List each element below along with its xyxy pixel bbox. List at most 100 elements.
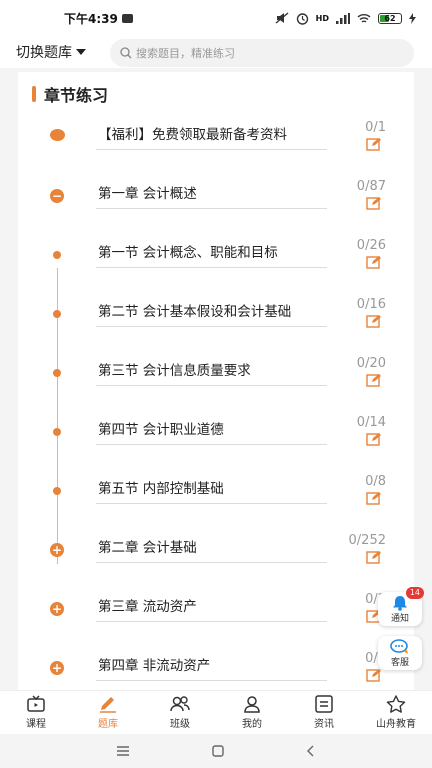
row-divider: [96, 503, 327, 504]
bell-icon: [393, 595, 407, 611]
edit-practice-icon[interactable]: [366, 550, 382, 564]
signal-icon: [336, 12, 350, 24]
charging-icon: [409, 12, 416, 24]
row-divider: [96, 680, 327, 681]
customer-service-button[interactable]: 客服: [378, 636, 422, 670]
row-divider: [96, 385, 327, 386]
timeline-dot-large: [50, 129, 65, 141]
chapter-row[interactable]: 第四节 会计职业道德 0/14: [18, 411, 414, 470]
nav-item-class[interactable]: 班级: [144, 691, 216, 734]
chapter-row[interactable]: + 第二章 会计基础 0/252: [18, 529, 414, 588]
nav-item-courses[interactable]: 课程: [0, 691, 72, 734]
notify-label: 通知: [390, 613, 409, 624]
message-notification-icon: [121, 13, 133, 23]
chapter-row[interactable]: + 第三章 流动资产 0/2: [18, 588, 414, 647]
edit-practice-icon[interactable]: [366, 432, 382, 446]
progress-count: 0/252: [348, 533, 386, 548]
nav-label-class: 班级: [170, 719, 190, 730]
chapter-row[interactable]: 第三节 会计信息质量要求 0/20: [18, 352, 414, 411]
section-title: 章节练习: [44, 86, 109, 105]
timeline-dot: [53, 487, 61, 495]
edit-practice-icon[interactable]: [366, 137, 382, 151]
battery-icon: 62: [378, 12, 402, 24]
row-divider: [96, 208, 327, 209]
nav-label-shanzhou: 山舟教育: [376, 719, 416, 730]
row-divider: [96, 149, 327, 150]
edit-practice-icon[interactable]: [366, 314, 382, 328]
nav-item-question-bank[interactable]: 题库: [72, 691, 144, 734]
nav-item-profile[interactable]: 我的: [216, 691, 288, 734]
section-header: 章节练习: [32, 82, 108, 106]
search-placeholder: 搜索题目，精准练习: [136, 47, 235, 60]
edit-practice-icon[interactable]: [366, 668, 382, 682]
timeline-dot: [53, 428, 61, 436]
bottom-nav: 课程 题库 班级 我的 资讯 山舟教育: [0, 690, 432, 734]
expand-icon[interactable]: +: [50, 602, 64, 616]
nav-label-profile: 我的: [242, 719, 262, 730]
chapter-row[interactable]: 第二节 会计基本假设和会计基础 0/16: [18, 293, 414, 352]
timeline-dot: [53, 251, 61, 259]
progress-count: 0/16: [356, 297, 386, 312]
chat-bubble-icon: [390, 638, 408, 654]
notify-badge: 14: [405, 587, 424, 599]
status-icons: HD 62: [275, 12, 416, 25]
collapse-icon[interactable]: −: [50, 189, 64, 203]
chapter-title: 第一节 会计概念、职能和目标: [98, 245, 278, 261]
progress-count: 0/8: [365, 474, 386, 489]
wifi-icon: [357, 13, 371, 23]
alarm-icon: [296, 12, 308, 25]
progress-count: 0/87: [356, 179, 386, 194]
chapter-row[interactable]: 第一节 会计概念、职能和目标 0/26: [18, 234, 414, 293]
chapter-title: 第二章 会计基础: [98, 540, 197, 556]
edit-practice-icon[interactable]: [366, 196, 382, 210]
person-icon: [244, 696, 260, 713]
nav-label-courses: 课程: [26, 719, 46, 730]
chapter-title: 【福利】免费领取最新备考资料: [98, 127, 287, 143]
chapter-title: 第四节 会计职业道德: [98, 422, 224, 438]
chapter-practice-card: 章节练习 【福利】免费领取最新备考资料 0/1 − 第一章 会计概述 0/87 第一节 会…: [18, 72, 414, 690]
nav-label-news: 资讯: [314, 719, 334, 730]
edit-practice-icon[interactable]: [366, 491, 382, 505]
pencil-icon: [100, 697, 116, 713]
notify-button[interactable]: 通知 14: [378, 587, 424, 626]
chapter-title: 第一章 会计概述: [98, 186, 197, 202]
news-icon: [315, 695, 333, 713]
status-bar: 下午4:39 HD 62: [0, 0, 432, 36]
switch-bank-label: 切换题库: [16, 45, 72, 61]
progress-count: 0/14: [356, 415, 386, 430]
header: 切换题库 搜索题目，精准练习: [0, 36, 432, 68]
tv-icon: [27, 695, 45, 712]
edit-practice-icon[interactable]: [366, 255, 382, 269]
search-input[interactable]: 搜索题目，精准练习: [110, 39, 414, 67]
nav-item-news[interactable]: 资讯: [288, 691, 360, 734]
chapter-row[interactable]: − 第一章 会计概述 0/87: [18, 175, 414, 234]
switch-bank-dropdown[interactable]: 切换题库: [16, 42, 86, 62]
chapter-title: 第三节 会计信息质量要求: [98, 363, 251, 379]
chapter-row[interactable]: 第五节 内部控制基础 0/8: [18, 470, 414, 529]
progress-count: 0/1: [365, 120, 386, 135]
search-icon: [120, 47, 132, 59]
mute-icon: [275, 12, 289, 24]
expand-icon[interactable]: +: [50, 543, 64, 557]
expand-icon[interactable]: +: [50, 661, 64, 675]
timeline-dot: [53, 310, 61, 318]
back-icon[interactable]: [306, 745, 316, 757]
progress-count: 0/20: [356, 356, 386, 371]
chapter-row[interactable]: 【福利】免费领取最新备考资料 0/1: [18, 116, 414, 175]
row-divider: [96, 562, 327, 563]
chapter-title: 第五节 内部控制基础: [98, 481, 224, 497]
network-type-label: HD: [315, 13, 329, 23]
nav-item-shanzhou[interactable]: 山舟教育: [360, 691, 432, 734]
progress-count: 0/26: [356, 238, 386, 253]
system-nav-bar: [0, 734, 432, 768]
chapter-row[interactable]: + 第四章 非流动资产 0/1: [18, 647, 414, 690]
chapter-title: 第三章 流动资产: [98, 599, 197, 615]
title-accent-bar: [32, 86, 36, 102]
home-icon[interactable]: [212, 745, 224, 757]
status-time: 下午4:39: [64, 11, 118, 26]
battery-level: 62: [384, 13, 396, 23]
menu-icon[interactable]: [116, 746, 130, 756]
row-divider: [96, 326, 327, 327]
caret-down-icon: [76, 49, 86, 55]
edit-practice-icon[interactable]: [366, 373, 382, 387]
